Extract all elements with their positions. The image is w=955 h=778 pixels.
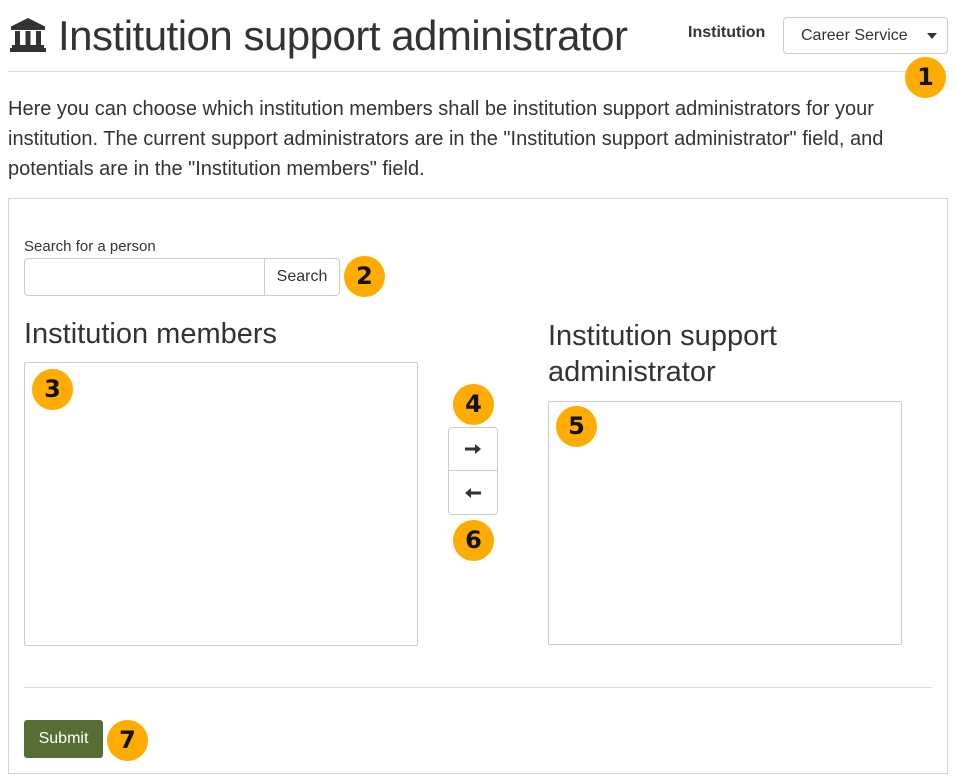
callout-3: 3 [32,369,73,410]
callout-2: 2 [344,256,385,297]
admins-heading: Institution support administrator [548,320,777,388]
header-divider [8,71,948,72]
intro-text: Here you can choose which institution me… [8,98,884,180]
callout-4: 4 [453,384,494,425]
institution-select-value: Career Service [801,27,908,44]
search-input[interactable] [24,258,265,296]
move-buttons [448,427,498,515]
institution-select[interactable]: Career Service [783,17,948,54]
arrow-left-icon [464,484,482,503]
remove-admin-button[interactable] [449,472,497,514]
search-button[interactable]: Search [264,258,340,296]
admins-listbox[interactable] [548,401,902,645]
callout-5: 5 [556,406,597,447]
members-listbox[interactable] [24,362,418,646]
arrow-right-icon [464,440,482,459]
search-label: Search for a person [24,238,156,255]
caret-down-icon [927,33,937,39]
add-admin-button[interactable] [449,428,497,471]
callout-7: 7 [107,720,148,761]
footer-divider [24,687,932,688]
page-title: Institution support administrator [58,12,628,59]
institution-icon [9,16,47,54]
institution-label: Institution [688,24,766,41]
members-heading: Institution members [24,318,278,350]
callout-6: 6 [453,520,494,561]
callout-1: 1 [905,57,946,98]
submit-button[interactable]: Submit [24,720,103,758]
